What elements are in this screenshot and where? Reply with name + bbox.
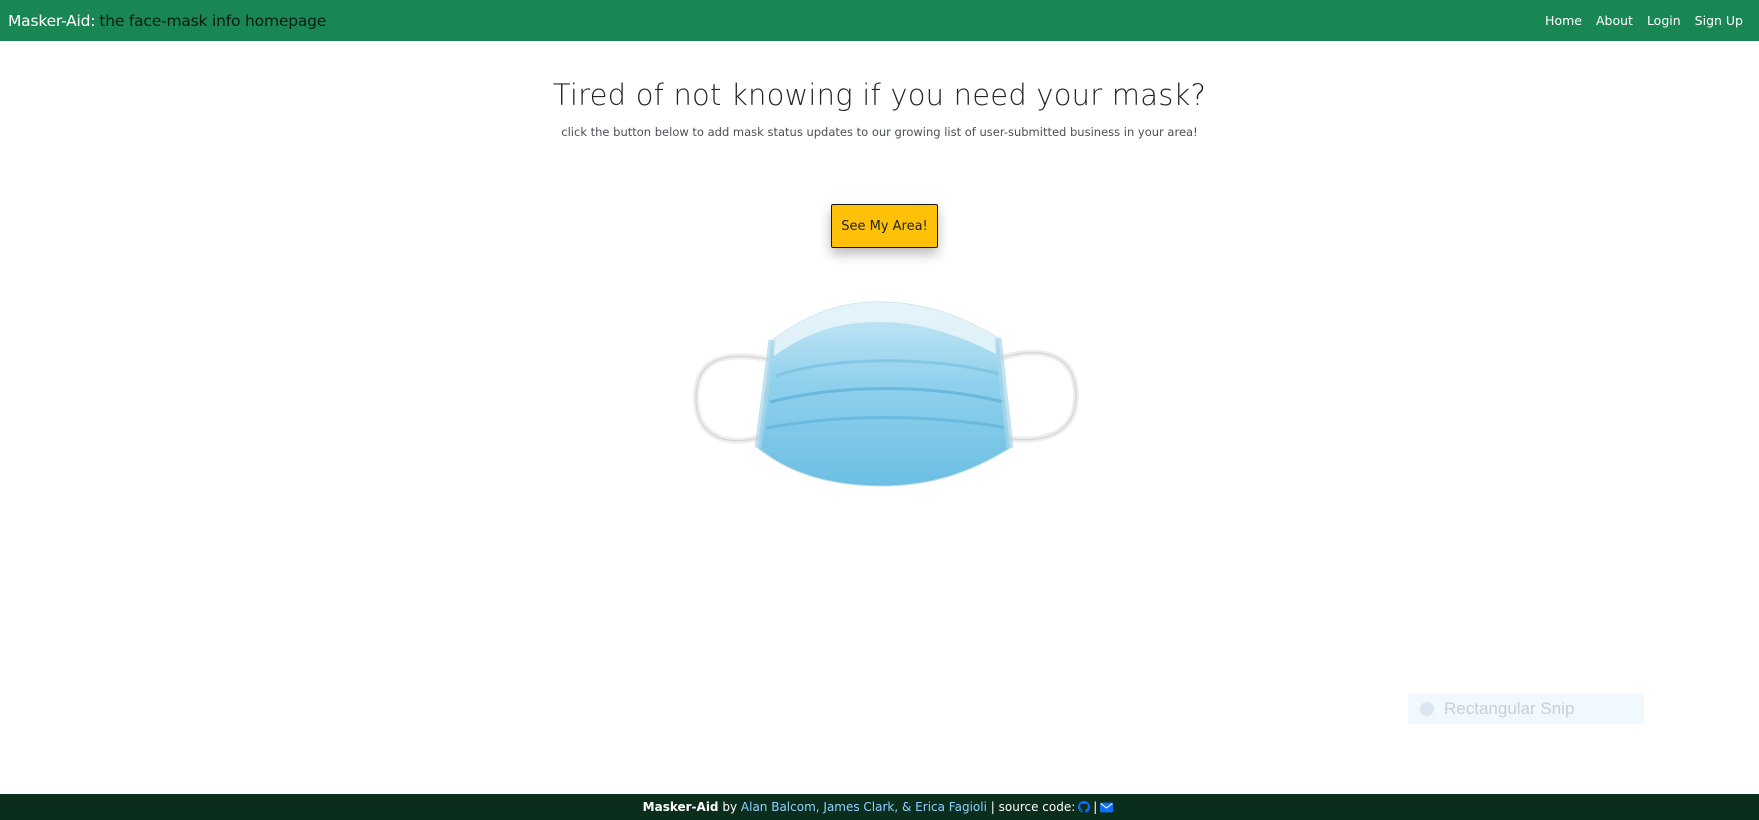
footer-by: by (722, 800, 738, 814)
rectangular-snip-overlay[interactable]: Rectangular Snip (1408, 693, 1644, 724)
footer-separator-2: | (1093, 800, 1098, 814)
footer: Masker-Aid by Alan Balcom, James Clark, … (0, 794, 1759, 820)
snip-label: Rectangular Snip (1444, 698, 1575, 718)
nav-link-about[interactable]: About (1596, 13, 1633, 28)
navbar: Masker-Aid: the face-mask info homepage H… (0, 0, 1759, 41)
brand-name: Masker-Aid: (8, 11, 96, 30)
envelope-icon[interactable] (1100, 802, 1114, 813)
nav-link-sign-up[interactable]: Sign Up (1695, 13, 1743, 28)
nav-links: Home About Login Sign Up (1545, 13, 1743, 28)
github-icon[interactable] (1078, 801, 1091, 813)
hero-title: Tired of not knowing if you need your ma… (552, 78, 1207, 112)
hero-subtitle: click the button below to add mask statu… (561, 125, 1198, 139)
footer-separator: | (990, 800, 995, 814)
brand-tagline: the face-mask info homepage (99, 11, 327, 30)
face-mask-image (692, 301, 1080, 487)
snip-icon (1420, 701, 1434, 716)
footer-brand: Masker-Aid (642, 800, 719, 814)
nav-link-home[interactable]: Home (1545, 13, 1582, 28)
footer-authors-link[interactable]: Alan Balcom, James Clark, & Erica Fagiol… (741, 800, 987, 814)
footer-source-label: source code: (998, 800, 1076, 814)
navbar-brand[interactable]: Masker-Aid: the face-mask info homepage (8, 12, 326, 30)
see-my-area-button[interactable]: See My Area! (831, 204, 938, 248)
nav-link-login[interactable]: Login (1647, 13, 1681, 28)
